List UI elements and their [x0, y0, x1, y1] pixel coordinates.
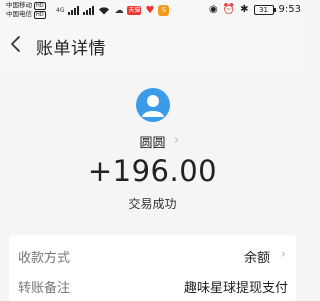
user-avatar-icon[interactable]	[136, 88, 170, 122]
detail-row-transfer-note: 转账备注 趣味星球提现支付	[9, 272, 296, 298]
tmall-badge: 天猫	[127, 6, 142, 15]
detail-row-payment-method[interactable]: 收款方式 余额 ›	[9, 242, 296, 268]
transaction-amount: +196.00	[87, 154, 218, 188]
battery-icon: 31	[253, 4, 276, 15]
app-badge-icon: S	[158, 5, 170, 16]
payee-name: 圆圆	[139, 136, 166, 151]
chevron-right-icon: ›	[280, 247, 286, 262]
hd-badge-2: HD	[34, 10, 46, 19]
heart-icon: ♥	[145, 5, 155, 16]
clock-time: 9:53	[278, 4, 301, 15]
bluetooth-icon: ✱	[240, 4, 249, 15]
status-icons-left: 4G ☁ 天猫 ♥ S	[56, 5, 170, 16]
detail-label: 转账备注	[18, 281, 71, 296]
detail-value: 余额	[243, 251, 270, 266]
hd-badge-1: HD	[34, 1, 46, 10]
status-icons-right: ◉ ⏰ ✱ 31 9:53	[209, 4, 301, 15]
nav-bar: 账单详情	[0, 22, 305, 68]
details-card: 收款方式 余额 › 转账备注 趣味星球提现支付	[9, 235, 296, 301]
signal-icon-1	[68, 6, 80, 15]
wifi-icon	[99, 7, 110, 15]
carrier-2: 中国电信	[6, 10, 32, 18]
eye-icon: ◉	[208, 4, 218, 15]
payee-row[interactable]: 圆圆 ›	[0, 132, 305, 151]
carrier-1: 中国移动	[6, 1, 32, 9]
back-arrow-icon[interactable]	[8, 35, 26, 53]
detail-label: 收款方式	[18, 251, 71, 266]
carrier-info: 中国移动 HD 中国电信 HD	[6, 1, 46, 19]
alarm-icon: ⏰	[222, 4, 236, 15]
detail-value: 趣味星球提现支付	[183, 281, 288, 296]
page-title: 账单详情	[36, 39, 106, 59]
status-bar: 中国移动 HD 中国电信 HD 4G ☁ 天猫 ♥ S ◉ ⏰ ✱ 31 9:5…	[0, 0, 305, 22]
transaction-status: 交易成功	[128, 197, 177, 211]
signal-icon-2	[83, 6, 95, 15]
notification-icon: ☁	[114, 5, 124, 16]
network-4g-label: 4G	[56, 7, 65, 14]
chevron-right-icon: ›	[174, 133, 180, 148]
